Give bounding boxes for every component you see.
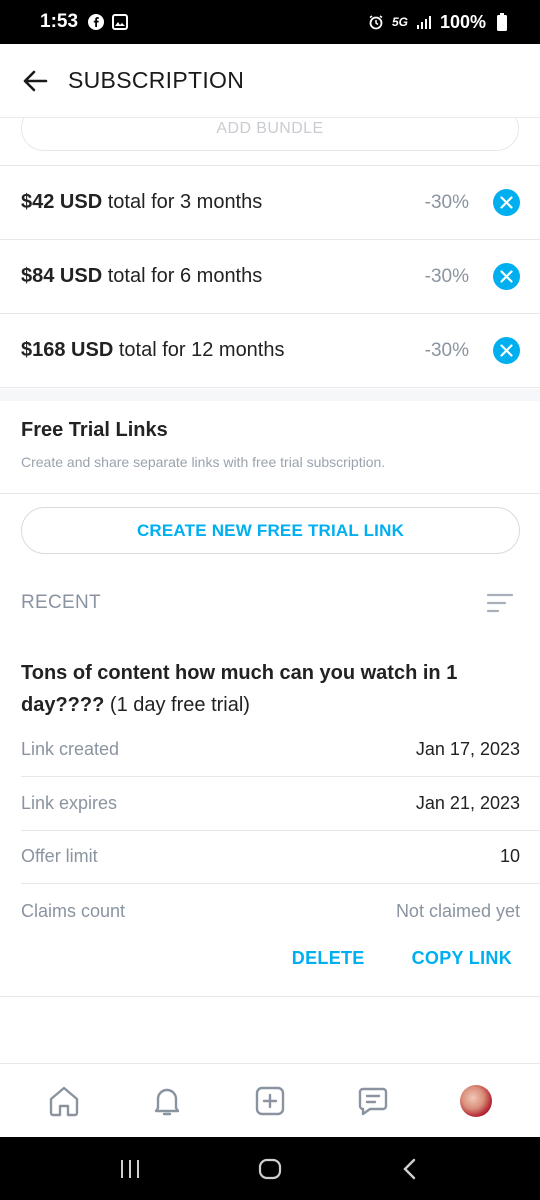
alarm-icon — [368, 14, 384, 30]
free-trial-description: Create and share separate links with fre… — [21, 454, 386, 470]
bundle-text: $42 USD total for 3 months — [21, 191, 262, 214]
plus-square-icon — [255, 1086, 285, 1115]
home-icon — [49, 1086, 78, 1116]
link-actions: DELETE COPY LINK — [292, 948, 512, 969]
nav-profile[interactable] — [454, 1079, 498, 1123]
bundle-discount: -30% — [424, 191, 469, 213]
delete-button[interactable]: DELETE — [292, 948, 365, 969]
detail-row-claims: Claims count Not claimed yet — [21, 884, 540, 938]
remove-bundle-button[interactable] — [493, 263, 520, 290]
battery-icon — [494, 13, 510, 31]
sort-icon — [486, 593, 514, 613]
bundle-duration: total for 6 months — [107, 265, 263, 287]
free-trial-title: Free Trial Links — [21, 419, 168, 441]
recent-apps-button[interactable] — [110, 1149, 150, 1189]
nav-add-post[interactable] — [248, 1079, 292, 1123]
bundle-duration: total for 3 months — [107, 191, 263, 213]
bundle-discount: -30% — [424, 265, 469, 287]
recent-label: RECENT — [21, 592, 101, 613]
bundle-row: $42 USD total for 3 months -30% — [0, 166, 540, 240]
facebook-icon — [88, 14, 105, 30]
nav-home[interactable] — [42, 1079, 86, 1123]
bell-icon — [154, 1088, 179, 1115]
back-system-button[interactable] — [390, 1149, 430, 1189]
sort-button[interactable] — [486, 590, 516, 618]
bundle-text: $168 USD total for 12 months — [21, 339, 285, 362]
bundle-row: $84 USD total for 6 months -30% — [0, 240, 540, 314]
remove-bundle-button[interactable] — [493, 337, 520, 364]
detail-label: Claims count — [21, 900, 126, 921]
status-bar: 1:53 5G 100% — [0, 0, 540, 44]
bundle-price: $42 USD — [21, 191, 103, 213]
trial-link-suffix: (1 day free trial) — [109, 694, 250, 716]
page-title: SUBSCRIPTION — [68, 67, 245, 93]
system-nav-bar — [0, 1137, 540, 1200]
detail-row-created: Link created Jan 17, 2023 — [21, 723, 540, 777]
close-icon — [500, 270, 513, 283]
bundle-discount: -30% — [424, 339, 469, 361]
nav-notifications[interactable] — [145, 1079, 189, 1123]
home-circle-icon — [258, 1158, 282, 1179]
add-bundle-button[interactable]: ADD BUNDLE — [21, 118, 519, 151]
app-header: SUBSCRIPTION — [0, 44, 540, 118]
back-button[interactable] — [20, 66, 50, 96]
gallery-icon — [112, 14, 129, 30]
detail-row-expires: Link expires Jan 21, 2023 — [21, 777, 540, 831]
copy-link-button[interactable]: COPY LINK — [412, 948, 512, 969]
divider — [0, 996, 540, 997]
close-icon — [500, 344, 513, 357]
status-time: 1:53 — [40, 11, 79, 32]
chevron-left-icon — [403, 1158, 416, 1179]
bundle-price: $168 USD — [21, 339, 114, 361]
bundle-duration: total for 12 months — [118, 339, 285, 361]
detail-value: 10 — [499, 846, 520, 866]
create-free-trial-link-button[interactable]: CREATE NEW FREE TRIAL LINK — [21, 507, 520, 554]
bundle-row: $168 USD total for 12 months -30% — [0, 314, 540, 388]
remove-bundle-button[interactable] — [493, 189, 520, 216]
arrow-left-icon — [23, 70, 48, 91]
message-icon — [358, 1087, 388, 1115]
bundle-price: $84 USD — [21, 265, 103, 287]
detail-value: Jan 21, 2023 — [415, 793, 520, 813]
detail-value: Jan 17, 2023 — [415, 739, 520, 759]
detail-row-offer-limit: Offer limit 10 — [21, 830, 540, 884]
detail-label: Link expires — [21, 793, 118, 813]
detail-label: Offer limit — [21, 846, 98, 866]
bottom-nav — [0, 1063, 540, 1137]
nav-messages[interactable] — [351, 1079, 395, 1123]
detail-label: Link created — [21, 739, 120, 759]
signal-icon — [416, 14, 432, 30]
battery-percent: 100% — [439, 11, 486, 32]
add-bundle-section: ADD BUNDLE — [0, 118, 540, 166]
close-icon — [500, 196, 513, 209]
recent-apps-icon — [121, 1159, 139, 1178]
network-label: 5G — [391, 15, 408, 29]
home-system-button[interactable] — [250, 1149, 290, 1189]
trial-link-title: Tons of content how much can you watch i… — [21, 657, 521, 721]
bundle-text: $84 USD total for 6 months — [21, 265, 262, 288]
section-gap — [0, 389, 540, 401]
avatar — [460, 1084, 493, 1117]
divider — [0, 493, 540, 494]
detail-value: Not claimed yet — [395, 900, 520, 921]
